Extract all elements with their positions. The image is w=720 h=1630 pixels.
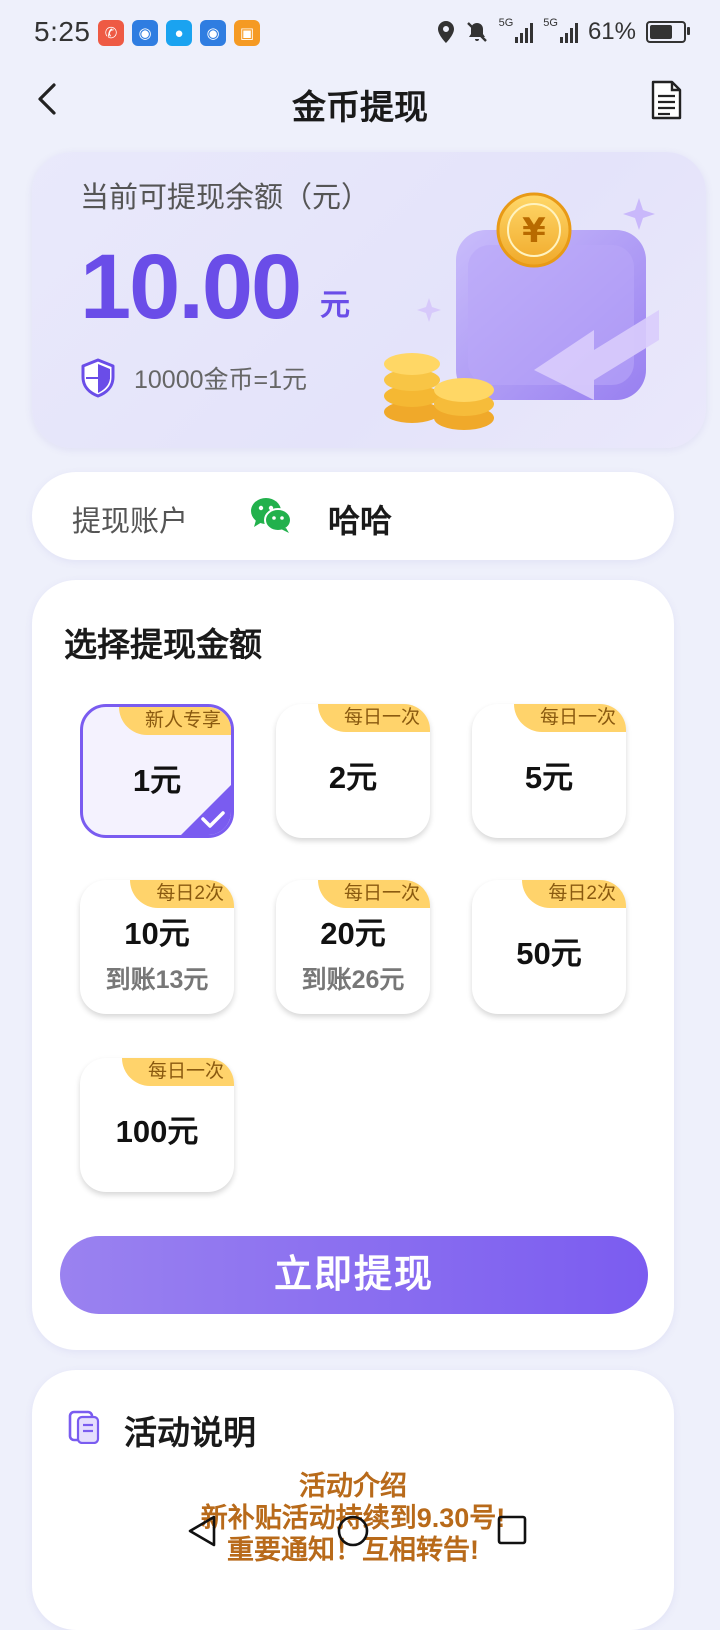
option-amount: 5元: [524, 760, 574, 795]
bulb-app-icon: ◉: [132, 20, 158, 46]
missed-call-icon: ✆: [98, 20, 124, 46]
amount-option-10[interactable]: 每日2次 10元 到账13元: [80, 880, 234, 1014]
amount-select-card: 选择提现金额 新人专享 1元 每日一次 2元 每日一次 5元 每日2次 10元 …: [32, 580, 674, 1350]
option-amount: 100元: [115, 1114, 199, 1149]
withdraw-now-button[interactable]: 立即提现: [60, 1236, 648, 1314]
message-app-icon: ●: [166, 20, 192, 46]
balance-label: 当前可提现余额（元）: [80, 182, 371, 214]
option-arrival-amount: 到账13元: [105, 966, 209, 994]
option-amount: 2元: [328, 760, 378, 795]
notes-icon: [68, 1410, 100, 1444]
nav-recent-apps-icon[interactable]: [496, 1514, 528, 1546]
option-tag: 每日2次: [522, 880, 626, 908]
exchange-rate-text: 10000金币=1元: [134, 366, 308, 394]
signal2-icon: [559, 21, 578, 43]
balance-card: 当前可提现余额（元） 10.00 元 10000金币=1元 ¥: [32, 152, 706, 448]
option-arrival-amount: 到账26元: [301, 966, 405, 994]
amount-option-50[interactable]: 每日2次 50元: [472, 880, 626, 1014]
balance-unit: 元: [320, 289, 350, 322]
option-tag: 每日一次: [513, 704, 626, 732]
option-tag: 每日一次: [317, 880, 430, 908]
record-document-icon[interactable]: [650, 80, 682, 120]
option-tag: 每日一次: [121, 1058, 234, 1086]
signal1-icon: [515, 21, 534, 43]
notification-icons: ✆ ◉ ● ◉ ▣: [98, 20, 260, 46]
status-time: 5:25: [34, 16, 91, 47]
selected-check-icon: [181, 785, 231, 835]
status-bar: 5:25 ✆ ◉ ● ◉ ▣ 5G 5G 61%: [0, 0, 720, 68]
option-tag: 新人专享: [118, 707, 231, 735]
wechat-icon: [251, 498, 292, 533]
option-tag: 每日一次: [317, 704, 430, 732]
page-title: 金币提现: [292, 89, 428, 127]
account-name: 哈哈: [328, 503, 393, 539]
account-label: 提现账户: [72, 506, 189, 538]
exchange-rate: 10000金币=1元: [80, 358, 307, 398]
wallet-coin-illustration: ¥: [384, 192, 659, 430]
signal1-label: 5G: [498, 17, 514, 29]
nav-home-icon[interactable]: [336, 1514, 370, 1548]
amount-option-2[interactable]: 每日一次 2元: [276, 704, 430, 838]
status-indicators: 5G 5G 61%: [437, 17, 690, 46]
amount-option-5[interactable]: 每日一次 5元: [472, 704, 626, 838]
location-icon: [437, 21, 454, 43]
svg-text:¥: ¥: [522, 211, 546, 251]
bulb-app-icon-2: ◉: [200, 20, 226, 46]
balance-amount: 10.00: [80, 236, 302, 338]
battery-icon: [646, 21, 690, 43]
nav-back-icon[interactable]: [186, 1514, 218, 1548]
option-amount: 20元: [320, 916, 386, 951]
option-amount: 10元: [124, 916, 190, 951]
option-amount: 50元: [516, 936, 582, 971]
activity-title: 活动说明: [124, 1414, 256, 1451]
battery-percent: 61%: [587, 18, 636, 45]
amount-option-20[interactable]: 每日一次 20元 到账26元: [276, 880, 430, 1014]
option-tag: 每日2次: [130, 880, 234, 908]
amount-option-1[interactable]: 新人专享 1元: [80, 704, 234, 838]
system-nav-bar: [0, 1500, 720, 1560]
withdraw-account-row[interactable]: 提现账户 哈哈: [32, 472, 674, 560]
mute-bell-icon: [466, 22, 487, 42]
shield-icon: [81, 358, 115, 398]
signal2-label: 5G: [543, 17, 558, 29]
amount-option-100[interactable]: 每日一次 100元: [80, 1058, 234, 1192]
select-title: 选择提现金额: [64, 626, 262, 663]
game-app-icon: ▣: [234, 20, 260, 46]
nav-header: 金币提现: [0, 68, 720, 132]
